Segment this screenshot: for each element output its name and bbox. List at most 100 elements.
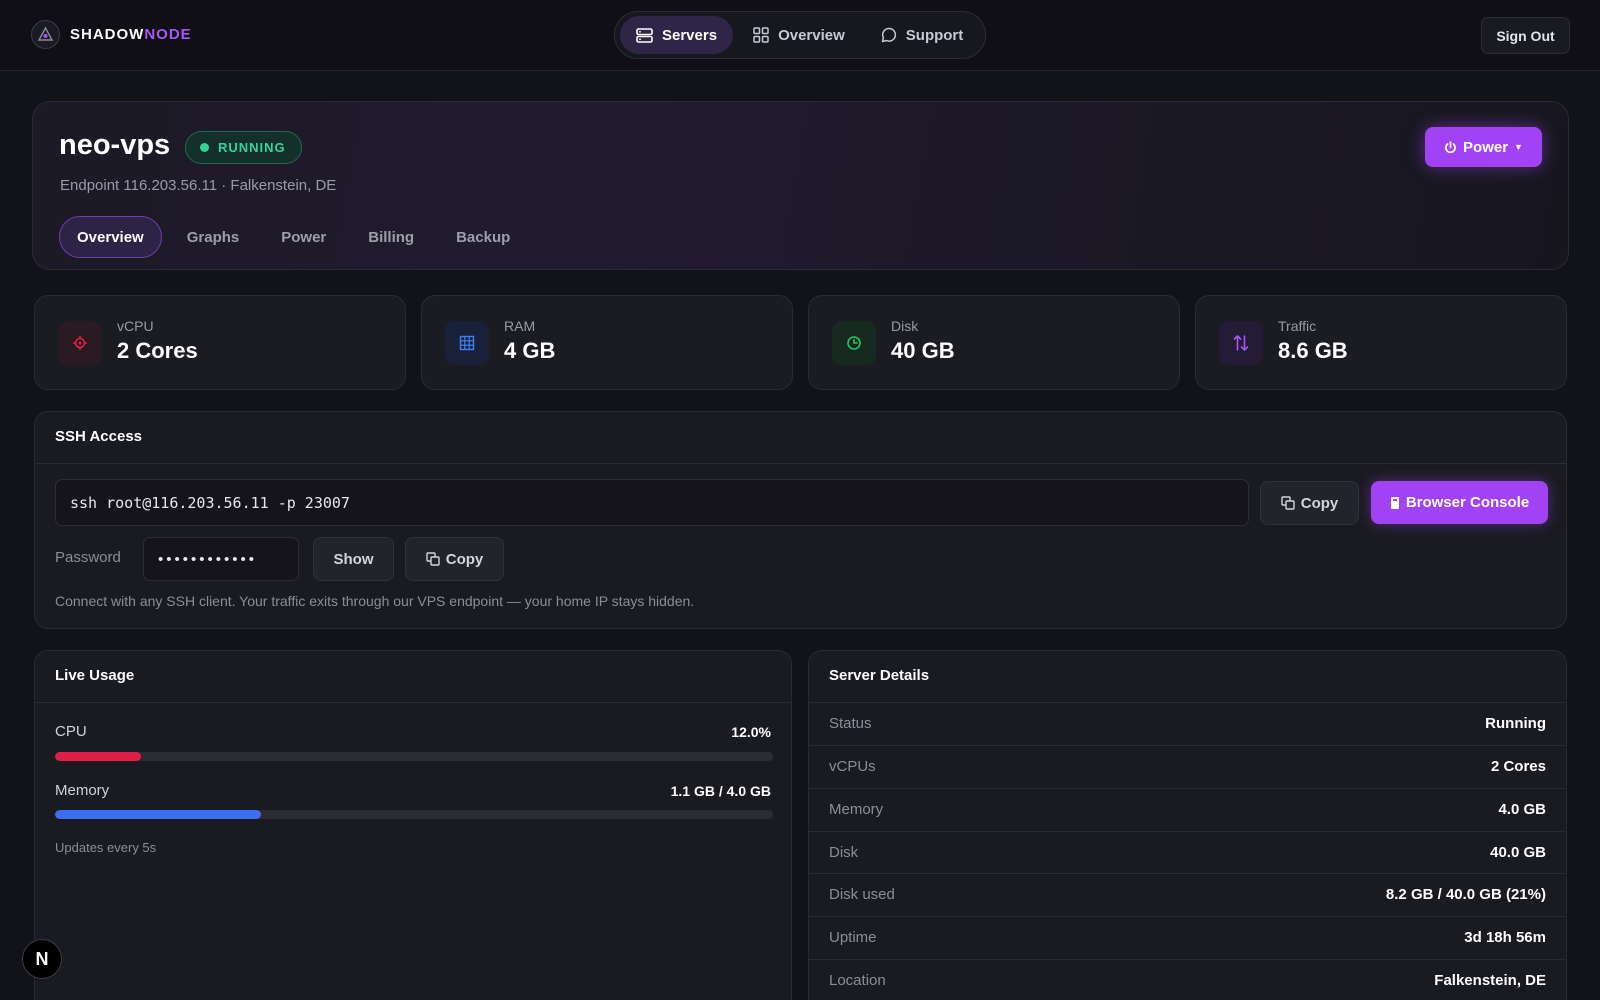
memory-usage-bar [55, 810, 773, 819]
transfer-icon [1219, 321, 1263, 365]
nav-item-servers[interactable]: Servers [620, 16, 734, 54]
copy-icon [426, 552, 440, 566]
stat-card-ram: RAM 4 GB [421, 295, 793, 390]
stat-card-vcpu: vCPU 2 Cores [34, 295, 406, 390]
stat-card-traffic: Traffic 8.6 GB [1195, 295, 1567, 390]
brand[interactable]: SHADOWNODE [31, 20, 192, 49]
detail-key: Status [829, 715, 872, 732]
panel-title: Live Usage [55, 667, 135, 684]
power-icon [1445, 140, 1456, 153]
tab-overview[interactable]: Overview [59, 216, 162, 258]
cpu-icon [58, 321, 102, 365]
copy-command-button[interactable]: Copy [1260, 481, 1359, 525]
tab-billing[interactable]: Billing [351, 216, 431, 258]
detail-value: Falkenstein, DE [1434, 972, 1546, 989]
tab-backup[interactable]: Backup [439, 216, 527, 258]
terminal-icon [1390, 496, 1399, 509]
stat-card-disk: Disk 40 GB [808, 295, 1180, 390]
detail-value: 4.0 GB [1498, 801, 1546, 818]
chat-icon [881, 27, 896, 43]
server-endpoint: Endpoint 116.203.56.11 · Falkenstein, DE [60, 177, 337, 194]
detail-row: Disk 40.0 GB [809, 831, 1566, 873]
stat-value: 8.6 GB [1278, 338, 1348, 363]
nav-item-label: Overview [778, 26, 845, 44]
ssh-hint-text: Connect with any SSH client. Your traffi… [55, 593, 695, 609]
detail-value: Running [1485, 715, 1546, 732]
cpu-usage-bar [55, 752, 773, 761]
detail-row: Location Falkenstein, DE [809, 959, 1566, 1000]
stat-value: 4 GB [504, 338, 556, 363]
button-label: Browser Console [1405, 494, 1530, 511]
nav-item-overview[interactable]: Overview [737, 16, 861, 54]
detail-key: vCPUs [829, 758, 876, 775]
brand-name-part2: NODE [144, 26, 192, 43]
status-dot-icon [200, 143, 209, 152]
brand-name-part1: SHADOW [70, 26, 145, 43]
password-field[interactable]: •••••••••••• [143, 537, 299, 581]
detail-value: 3d 18h 56m [1464, 929, 1546, 946]
server-details-panel: Server Details Status Running vCPUs 2 Co… [808, 650, 1567, 1000]
detail-key: Disk [829, 844, 859, 861]
server-header-card: neo-vps RUNNING Endpoint 116.203.56.11 ·… [32, 101, 1569, 270]
ssh-command-field[interactable]: ssh root@116.203.56.11 -p 23007 [55, 479, 1249, 526]
detail-key: Disk used [829, 886, 895, 903]
cpu-usage-label: CPU [55, 723, 87, 740]
live-usage-panel: Live Usage CPU 12.0% Memory 1.1 GB / 4.0… [34, 650, 792, 1000]
disk-icon [832, 321, 876, 365]
detail-row: vCPUs 2 Cores [809, 745, 1566, 787]
server-icon [636, 27, 653, 43]
nav-item-support[interactable]: Support [865, 16, 980, 54]
stat-label: Traffic [1278, 318, 1317, 334]
dev-tools-badge[interactable]: N [22, 939, 62, 979]
detail-value: 8.2 GB / 40.0 GB (21%) [1385, 886, 1546, 903]
memory-icon [445, 321, 489, 365]
detail-value: 40.0 GB [1490, 844, 1546, 861]
status-badge: RUNNING [185, 131, 302, 164]
stat-label: vCPU [117, 318, 154, 334]
detail-key: Uptime [829, 929, 877, 946]
cpu-usage-value: 12.0% [731, 724, 771, 740]
top-nav-bar: SHADOWNODE Servers Overview Support Sign… [0, 0, 1600, 71]
detail-key: Location [829, 972, 886, 989]
ssh-access-panel: SSH Access ssh root@116.203.56.11 -p 230… [34, 411, 1567, 629]
browser-console-button[interactable]: Browser Console [1371, 481, 1548, 524]
power-label: Power [1463, 138, 1509, 156]
memory-usage-bar-fill [55, 810, 262, 819]
password-label: Password [55, 549, 121, 566]
memory-usage-value: 1.1 GB / 4.0 GB [670, 783, 771, 799]
server-tabs: Overview Graphs Power Billing Backup [59, 216, 527, 258]
stat-label: RAM [504, 318, 536, 334]
stat-value: 40 GB [891, 338, 955, 363]
memory-usage-label: Memory [55, 782, 110, 799]
stat-label: Disk [891, 318, 919, 334]
button-label: Copy [1300, 494, 1339, 512]
update-interval-text: Updates every 5s [55, 840, 157, 855]
show-password-button[interactable]: Show [313, 537, 394, 581]
detail-key: Memory [829, 801, 884, 818]
chevron-down-icon: ▼ [1514, 142, 1523, 152]
panel-title: SSH Access [55, 428, 142, 445]
brand-name: SHADOWNODE [70, 26, 192, 43]
detail-row: Uptime 3d 18h 56m [809, 916, 1566, 958]
stat-value: 2 Cores [117, 338, 198, 363]
detail-row: Memory 4.0 GB [809, 788, 1566, 830]
divider [35, 463, 1566, 464]
nav-item-label: Servers [662, 26, 718, 44]
grid-icon [753, 27, 769, 43]
tab-power[interactable]: Power [264, 216, 343, 258]
detail-row: Status Running [809, 702, 1566, 744]
divider [35, 702, 791, 703]
copy-password-button[interactable]: Copy [405, 537, 504, 581]
button-label: Copy [445, 550, 484, 568]
nav-item-label: Support [905, 26, 964, 44]
status-label: RUNNING [218, 140, 286, 155]
sign-out-button[interactable]: Sign Out [1481, 17, 1570, 54]
tab-graphs[interactable]: Graphs [170, 216, 257, 258]
copy-icon [1281, 496, 1295, 510]
power-menu-button[interactable]: Power ▼ [1425, 127, 1542, 167]
detail-row: Disk used 8.2 GB / 40.0 GB (21%) [809, 873, 1566, 915]
panel-title: Server Details [829, 667, 930, 684]
detail-value: 2 Cores [1490, 758, 1546, 775]
brand-logo-icon [31, 20, 60, 49]
server-name: neo-vps [59, 129, 171, 161]
